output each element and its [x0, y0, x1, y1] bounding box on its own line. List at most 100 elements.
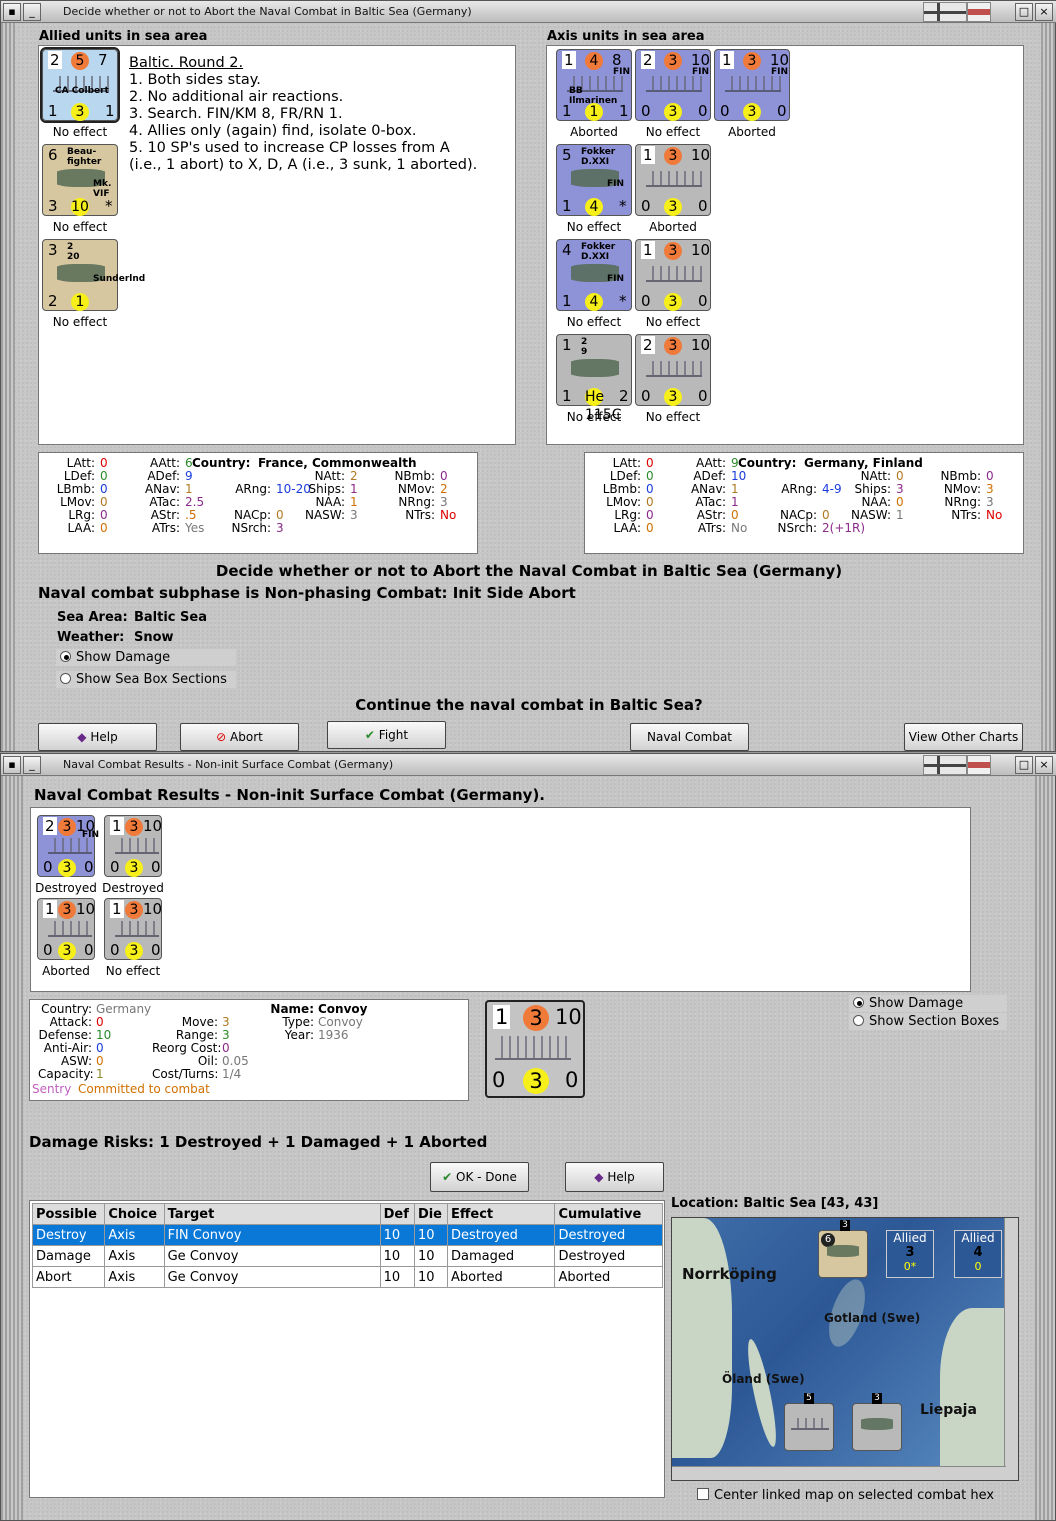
counter-bottom-left: 1	[48, 102, 58, 120]
show-damage-radio[interactable]: Show Damage	[56, 649, 236, 666]
fight-button[interactable]: ✔ Fight	[327, 721, 446, 749]
unit-counter[interactable]: 2 5 7 CA Colbert 1 3 1	[40, 47, 120, 123]
naval-combat-chart-button[interactable]: Naval Combat Chart	[630, 723, 749, 770]
unit-result-caption: No effect	[52, 125, 108, 139]
results-window-title: Naval Combat Results - Non-init Surface …	[63, 758, 394, 771]
counter-bottom-right: 0	[777, 102, 787, 120]
radio-unchecked-icon	[853, 1015, 864, 1026]
maximize-icon[interactable]: □	[1015, 3, 1033, 21]
results-help-button[interactable]: ◆ Help	[565, 1162, 664, 1192]
minimize-icon[interactable]: _	[23, 3, 41, 21]
table-row[interactable]: Abort Axis Ge Convoy 10 10 Aborted Aborted	[31, 1266, 663, 1288]
note-line: Baltic. Round 2.	[129, 55, 244, 71]
minimize-icon[interactable]: _	[23, 756, 41, 774]
stat-label: LAtt:	[66, 456, 95, 470]
column-header[interactable]: Def	[379, 1203, 415, 1225]
ok-done-button[interactable]: ✔ OK - Done	[430, 1162, 529, 1192]
unit-result-caption: Aborted	[649, 220, 697, 234]
stat-label: ARng:	[781, 482, 817, 496]
system-menu-icon[interactable]: ▪	[3, 3, 21, 21]
radio-checked-icon	[853, 997, 864, 1008]
help-button[interactable]: ◆ Help	[38, 723, 157, 751]
column-header[interactable]: Effect	[446, 1203, 556, 1225]
unit-counter[interactable]: 2 3 10 FIN 0 3 0	[37, 815, 99, 877]
unit-counter[interactable]: 1 2 9 1 He 115C 2	[556, 334, 632, 423]
decide-title: Decide whether or not to Abort the Naval…	[215, 562, 843, 580]
counter-top-mid: 3	[125, 901, 143, 919]
table-cell: 10	[379, 1266, 415, 1288]
selected-convoy-counter[interactable]: 1 3 10 0 3 0	[485, 1000, 585, 1098]
unit-counter[interactable]: 1 3 10 FIN 0 3 0	[714, 49, 790, 121]
view-other-charts-button[interactable]: View Other Charts	[904, 723, 1023, 751]
results-show-sections-radio[interactable]: Show Section Boxes	[849, 1013, 1007, 1030]
table-row[interactable]: Destroy Axis FIN Convoy 10 10 Destroyed Destro…	[31, 1224, 663, 1246]
column-header[interactable]: Die	[413, 1203, 449, 1225]
stat-label: AStr:	[150, 508, 180, 522]
location-label: Location: Baltic Sea [43, 43]	[671, 1196, 879, 1211]
show-sections-radio[interactable]: Show Sea Box Sections	[56, 671, 236, 688]
map-hscroll[interactable]	[672, 1466, 1006, 1480]
results-title-bar: ▪ _ Naval Combat Results - Non-init Surf…	[1, 754, 1056, 776]
country-label: Country:	[192, 456, 251, 470]
table-cell: Destroyed	[554, 1245, 663, 1267]
map-he115-counter[interactable]	[852, 1403, 902, 1451]
stat-label: AAtt:	[150, 456, 180, 470]
map-convoy-counter[interactable]	[784, 1403, 834, 1451]
counter-nation-tag: FIN	[82, 830, 100, 840]
abort-button[interactable]: ⊘ Abort	[180, 723, 299, 751]
unit-counter[interactable]: 5 Fokker D.XXI FIN 1 4 *	[556, 144, 632, 216]
close-icon[interactable]: ×	[1035, 3, 1053, 21]
column-header[interactable]: Target	[163, 1203, 381, 1225]
column-header[interactable]: Possible	[31, 1203, 106, 1225]
column-header[interactable]: Cumulative	[554, 1203, 663, 1225]
unit-counter[interactable]: 1 3 10 0 3 0	[104, 898, 162, 960]
counter-bottom-mid: 3	[125, 942, 143, 960]
unit-counter[interactable]: 3 2 20 Sunderlnd 2 1	[42, 239, 145, 311]
center-map-checkbox[interactable]: Center linked map on selected combat hex	[697, 1488, 994, 1503]
show-sections-label: Show Sea Box Sections	[76, 672, 227, 687]
german-flag-icon	[923, 755, 967, 775]
stat-value: No	[731, 521, 748, 535]
allied-box-2[interactable]: Allied 4 0	[954, 1230, 1002, 1278]
left-frame	[1, 776, 23, 1520]
maximize-icon[interactable]: □	[1015, 756, 1033, 774]
abort-decision-window: ▪ _ Decide whether or not to Abort the N…	[0, 0, 1056, 770]
stat-label: NACp:	[233, 508, 271, 522]
stat-label: ATrs:	[697, 521, 726, 535]
map-vscroll[interactable]	[1004, 1218, 1018, 1480]
stat-value: 0	[100, 508, 108, 522]
unit-counter[interactable]: 1 4 8 FIN BB Ilmarinen 1 1 1	[556, 49, 632, 121]
counter-bottom-right: 0	[151, 941, 161, 959]
stat-label: NBmb:	[940, 469, 981, 483]
stat-value: 0	[100, 482, 108, 496]
counter-bottom-left: 0	[110, 941, 120, 959]
unit-counter[interactable]: 4 Fokker D.XXI FIN 1 4 *	[556, 239, 632, 311]
unit-counter[interactable]: 1 3 10 0 3 0	[37, 898, 95, 960]
info-label: Country:	[41, 1002, 92, 1016]
unit-counter[interactable]: 6 Beau-fighter Mk. VIF 3 10 *	[42, 144, 118, 216]
unit-counter[interactable]: 1 3 10 0 3 0	[635, 239, 711, 311]
stat-value: 0	[100, 521, 108, 535]
results-show-damage-radio[interactable]: Show Damage	[849, 995, 1007, 1012]
unit-counter[interactable]: 2 3 10 0 3 0	[635, 334, 711, 406]
map-beaufighter-counter[interactable]: 6	[818, 1230, 868, 1278]
info-label: Capacity:	[38, 1067, 94, 1081]
unit-counter[interactable]: 2 3 10 FIN 0 3 0	[635, 49, 711, 121]
stat-value: 9	[185, 469, 193, 483]
info-label: Name:	[270, 1002, 314, 1016]
table-row[interactable]: Damage Axis Ge Convoy 10 10 Damaged Destroyed	[31, 1245, 663, 1267]
info-label: Anti-Air:	[43, 1041, 92, 1055]
unit-counter[interactable]: 1 3 10 0 3 0	[635, 144, 711, 216]
system-menu-icon[interactable]: ▪	[3, 756, 21, 774]
counter-top-mid: 3	[664, 147, 682, 165]
stat-label: LRg:	[614, 508, 641, 522]
unit-counter[interactable]: 1 3 10 0 3 0	[104, 815, 162, 877]
column-header[interactable]: Choice	[104, 1203, 165, 1225]
stat-label: ADef:	[693, 469, 726, 483]
linked-map[interactable]: Norrköping Gotland (Swe) Öland (Swe) Lie…	[671, 1217, 1019, 1481]
info-value: 0	[222, 1041, 230, 1055]
stat-label: NACp:	[779, 508, 817, 522]
allied-box-1[interactable]: Allied 3 0*	[886, 1230, 934, 1278]
info-label: Move:	[181, 1015, 218, 1029]
close-icon[interactable]: ×	[1035, 756, 1053, 774]
